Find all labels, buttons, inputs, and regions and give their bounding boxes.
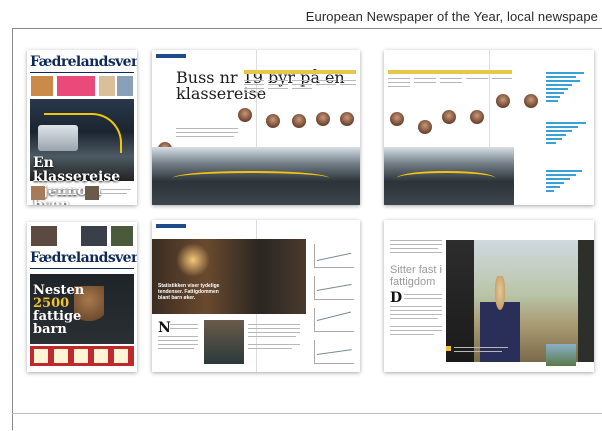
spread-4[interactable]: Statistikken viser tydelige tendenser. F… xyxy=(152,220,360,372)
portrait xyxy=(442,110,456,124)
colhead-bar xyxy=(388,70,512,74)
lamp-photo: Statistikken viser tydelige tendenser. F… xyxy=(152,239,306,314)
teaser-photo xyxy=(81,226,107,246)
line-chart xyxy=(314,244,354,268)
masthead-rule xyxy=(30,72,134,73)
portrait xyxy=(418,120,432,134)
portrait xyxy=(524,94,538,108)
aerial-photo xyxy=(384,147,514,205)
spread-1[interactable]: Buss nr 19 byr på en klassereise xyxy=(152,50,360,205)
front-page-1[interactable]: Fædrelandsvennen En klassereise gjennom … xyxy=(27,50,137,205)
caption-marker xyxy=(446,346,451,351)
dropcap: N xyxy=(158,320,171,336)
teaser-box xyxy=(57,76,95,96)
portrait xyxy=(496,94,510,108)
child-figure xyxy=(480,276,520,362)
masthead: Fædrelandsvennen xyxy=(30,250,137,266)
spread-headline: Sitter fast i fattigdom xyxy=(390,264,442,288)
front-page-2[interactable]: Fædrelandsvennen Nesten 2500 fattige bar… xyxy=(27,222,137,372)
header-caption: European Newspaper of the Year, local ne… xyxy=(305,9,598,24)
section-kicker xyxy=(156,54,186,58)
portrait xyxy=(292,114,306,128)
frame-rule-bottom xyxy=(12,413,602,414)
colhead-bar xyxy=(244,70,356,74)
portrait xyxy=(316,112,330,126)
bar-chart xyxy=(546,70,590,200)
masthead-rule xyxy=(30,268,134,269)
spread-3[interactable]: Sitter fast i fattigdom D xyxy=(384,220,594,372)
dropcap: D xyxy=(390,290,403,306)
portrait xyxy=(470,110,484,124)
spread-2[interactable] xyxy=(384,50,594,205)
pull-quote: Statistikken viser tydelige tendenser. F… xyxy=(158,283,220,301)
teaser-photo xyxy=(117,76,133,96)
teaser-photo xyxy=(99,76,115,96)
inset-photo xyxy=(204,320,244,364)
ad-strip xyxy=(30,346,134,366)
section-kicker xyxy=(156,224,186,228)
portrait xyxy=(390,112,404,126)
bottom-teaser xyxy=(85,186,99,200)
aerial-photo xyxy=(152,147,360,205)
adult-figure xyxy=(446,240,474,362)
frame-rule-top xyxy=(12,28,602,29)
portrait xyxy=(266,114,280,128)
teaser-photo xyxy=(111,226,133,246)
line-chart xyxy=(314,308,354,332)
route-line xyxy=(172,171,329,185)
bus-image xyxy=(38,125,78,151)
portrait xyxy=(340,112,354,126)
line-chart xyxy=(314,340,354,364)
front-headline: En klassereise gjennom byen xyxy=(33,155,121,205)
inset-photo xyxy=(546,344,576,366)
line-chart xyxy=(314,276,354,300)
portrait xyxy=(238,108,252,122)
spread-headline: Buss nr 19 byr på en klassereise xyxy=(176,68,345,103)
frame-rule-left xyxy=(12,28,13,430)
bottom-teaser xyxy=(31,186,45,200)
masthead: Fædrelandsvennen xyxy=(30,54,137,70)
adult-figure xyxy=(578,240,594,362)
teaser-photo xyxy=(31,226,57,246)
teaser-photo xyxy=(31,76,53,96)
front-headline: Nesten 2500 fattige barn xyxy=(33,283,85,337)
route-line xyxy=(397,171,495,185)
